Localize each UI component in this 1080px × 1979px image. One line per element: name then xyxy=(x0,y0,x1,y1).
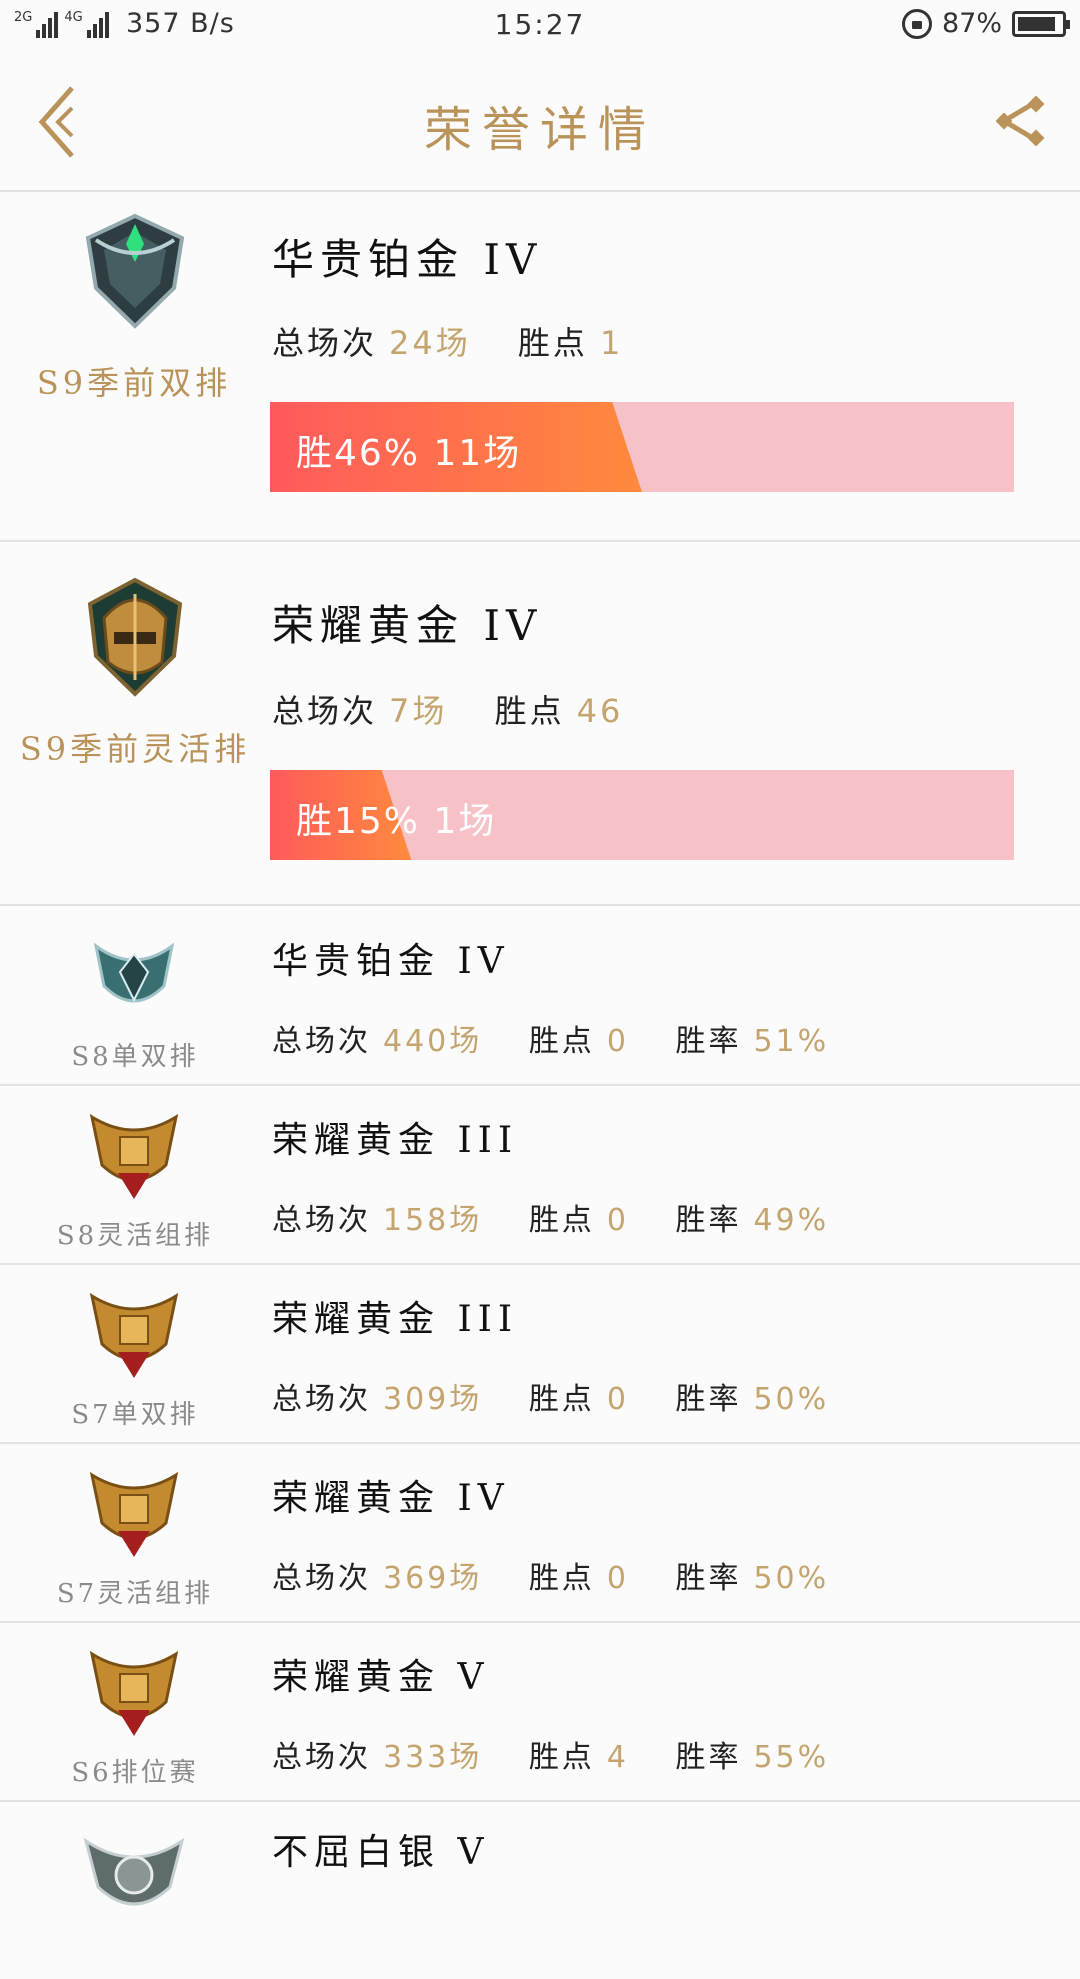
season-label: S6排位赛 xyxy=(71,1758,199,1788)
battery-icon xyxy=(1012,10,1070,37)
season-label: S8单双排 xyxy=(71,1042,199,1072)
share-icon[interactable] xyxy=(996,96,1046,146)
gold-emblem-icon xyxy=(89,1113,179,1199)
win-rate-text: 胜46% 11场 xyxy=(296,433,522,474)
total-label: 总场次 xyxy=(272,1203,371,1238)
points-value: 0 xyxy=(606,1024,629,1059)
stats-line: 总场次 7场 胜点 46 xyxy=(272,686,657,732)
points-value: 4 xyxy=(606,1740,629,1775)
rate-label: 胜率 xyxy=(675,1382,742,1417)
rank-name: 荣耀黄金 V xyxy=(272,1657,490,1698)
season-label: S7单双排 xyxy=(71,1400,199,1430)
stats-line: 总场次 440场 胜点 0 胜率 51% xyxy=(272,1016,863,1060)
total-value: 440场 xyxy=(383,1024,483,1059)
points-label: 胜点 xyxy=(528,1382,595,1417)
rate-value: 51% xyxy=(753,1024,830,1059)
featured-rank-card[interactable]: S9季前灵活排 荣耀黄金 IV 总场次 7场 胜点 46 胜15% 1场 xyxy=(0,542,1080,906)
page-title: 荣誉详情 xyxy=(423,102,656,158)
gold-emblem-icon xyxy=(89,1471,179,1557)
rank-name: 荣耀黄金 IV xyxy=(272,1478,510,1519)
win-rate-bar: 胜46% 11场 xyxy=(270,402,1014,492)
rotation-lock-icon xyxy=(901,8,932,39)
rank-name: 华贵铂金 IV xyxy=(272,235,543,284)
total-value: 369场 xyxy=(383,1561,483,1596)
total-label: 总场次 xyxy=(272,1561,371,1596)
stats-line: 总场次 369场 胜点 0 胜率 50% xyxy=(272,1553,863,1597)
total-label: 总场次 xyxy=(272,1382,371,1417)
season-label: S8灵活组排 xyxy=(56,1221,214,1251)
total-value: 333场 xyxy=(383,1740,483,1775)
total-value: 309场 xyxy=(383,1382,483,1417)
history-row[interactable]: S8单双排 华贵铂金 IV 总场次 440场 胜点 0 胜率 51% xyxy=(0,906,1080,1086)
rank-name: 荣耀黄金 IV xyxy=(272,601,543,650)
points-value: 0 xyxy=(606,1382,629,1417)
history-row[interactable]: S7单双排 荣耀黄金 III 总场次 309场 胜点 0 胜率 50% xyxy=(0,1264,1080,1444)
rate-label: 胜率 xyxy=(675,1024,742,1059)
history-row[interactable]: 不屈白银 V xyxy=(0,1801,1080,1979)
platinum-emblem-icon xyxy=(85,213,185,329)
stats-line: 总场次 333场 胜点 4 胜率 55% xyxy=(272,1732,863,1776)
points-value: 0 xyxy=(606,1561,629,1596)
win-rate-bar: 胜15% 1场 xyxy=(270,770,1014,860)
rate-value: 55% xyxy=(753,1740,830,1775)
rate-value: 49% xyxy=(753,1203,830,1238)
points-value: 0 xyxy=(606,1203,629,1238)
total-value: 7场 xyxy=(389,692,448,730)
rate-value: 50% xyxy=(753,1382,830,1417)
points-label: 胜点 xyxy=(528,1740,595,1775)
battery-percent: 87% xyxy=(941,8,1002,39)
points-label: 胜点 xyxy=(517,324,588,362)
platinum-emblem-icon xyxy=(93,942,175,1003)
total-label: 总场次 xyxy=(272,1740,371,1775)
stats-line: 总场次 24场 胜点 1 xyxy=(272,318,657,364)
featured-rank-card[interactable]: S9季前双排 华贵铂金 IV 总场次 24场 胜点 1 胜46% 11场 xyxy=(0,190,1080,542)
points-label: 胜点 xyxy=(494,692,565,730)
points-label: 胜点 xyxy=(528,1203,595,1238)
gold-emblem-icon xyxy=(87,577,183,697)
points-label: 胜点 xyxy=(528,1024,595,1059)
nav-bar: 荣誉详情 xyxy=(0,52,1080,192)
rate-label: 胜率 xyxy=(675,1740,742,1775)
season-label: S7灵活组排 xyxy=(56,1579,214,1609)
stats-line: 总场次 309场 胜点 0 胜率 50% xyxy=(272,1374,863,1418)
history-row[interactable]: S7灵活组排 荣耀黄金 IV 总场次 369场 胜点 0 胜率 50% xyxy=(0,1443,1080,1623)
rate-value: 50% xyxy=(753,1561,830,1596)
status-bar: 2G 4G 357 B/s 15:27 87% xyxy=(0,0,1080,52)
total-value: 158场 xyxy=(383,1203,483,1238)
rank-name: 荣耀黄金 III xyxy=(272,1120,519,1161)
history-row[interactable]: S6排位赛 荣耀黄金 V 总场次 333场 胜点 4 胜率 55% xyxy=(0,1622,1080,1802)
silver-emblem-icon xyxy=(83,1837,185,1906)
season-label: S9季前灵活排 xyxy=(19,730,251,768)
stats-line: 总场次 158场 胜点 0 胜率 49% xyxy=(272,1195,863,1239)
rank-name: 不屈白银 V xyxy=(272,1832,490,1873)
points-value: 1 xyxy=(599,324,624,362)
total-label: 总场次 xyxy=(272,324,378,362)
rank-name: 荣耀黄金 III xyxy=(272,1299,519,1340)
rate-label: 胜率 xyxy=(675,1561,742,1596)
points-label: 胜点 xyxy=(528,1561,595,1596)
points-value: 46 xyxy=(576,692,624,730)
gold-emblem-icon xyxy=(89,1650,179,1736)
rank-name: 华贵铂金 IV xyxy=(272,941,510,982)
total-label: 总场次 xyxy=(272,1024,371,1059)
rate-label: 胜率 xyxy=(675,1203,742,1238)
total-label: 总场次 xyxy=(272,692,378,730)
gold-emblem-icon xyxy=(89,1292,179,1378)
total-value: 24场 xyxy=(389,324,471,362)
history-row[interactable]: S8灵活组排 荣耀黄金 III 总场次 158场 胜点 0 胜率 49% xyxy=(0,1085,1080,1265)
season-label: S9季前双排 xyxy=(36,364,232,402)
win-rate-text: 胜15% 1场 xyxy=(296,801,497,842)
